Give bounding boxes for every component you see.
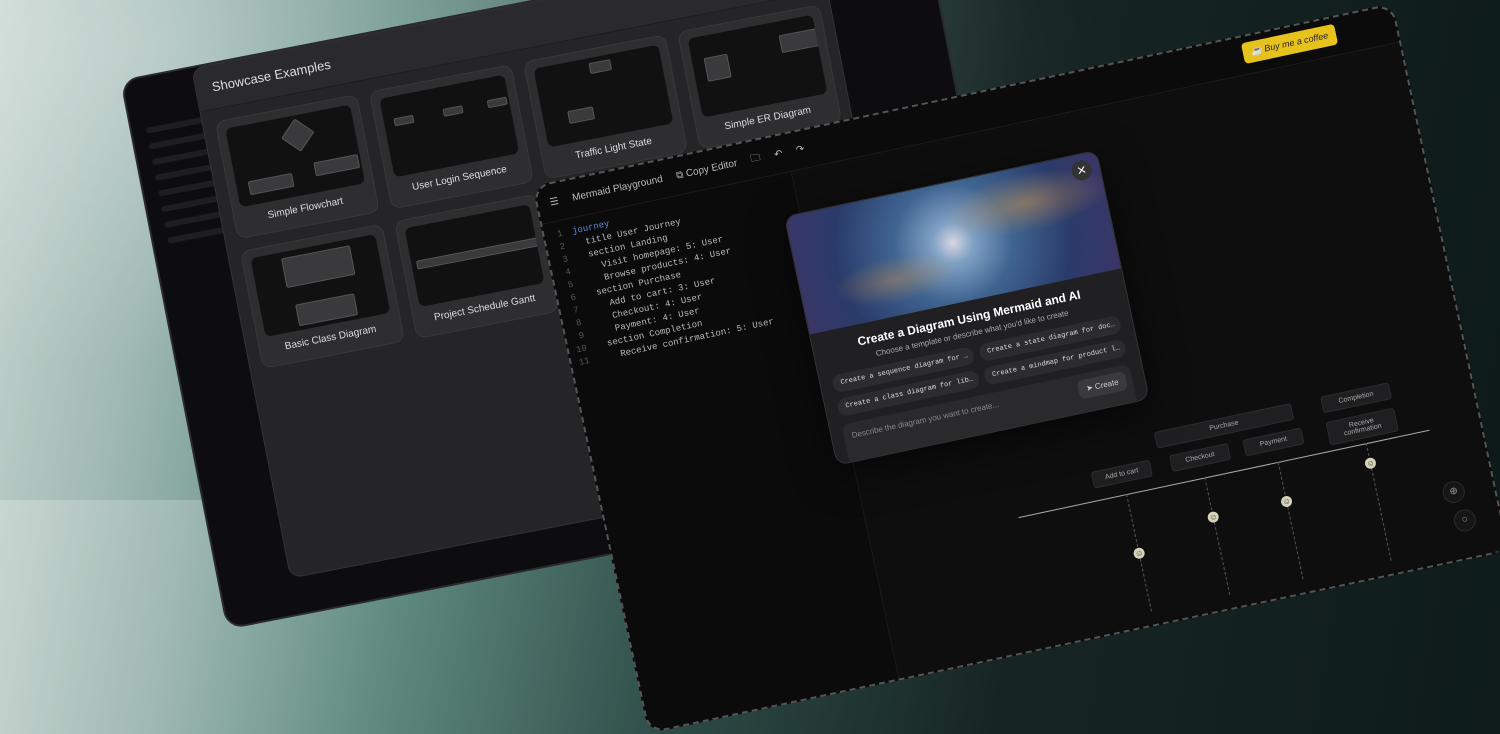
smiley-icon: ☺: [1363, 456, 1377, 470]
redo-icon[interactable]: ↷: [795, 144, 805, 157]
undo-icon[interactable]: ↶: [773, 148, 783, 161]
open-folder-icon[interactable]: 🗀: [749, 150, 762, 169]
smiley-icon: ☺: [1206, 510, 1220, 524]
task-line: [1204, 477, 1231, 595]
app-title: Mermaid Playground: [571, 173, 664, 204]
journey-task: Add to cart: [1090, 459, 1153, 489]
thumbnail: [404, 204, 545, 307]
reset-view-icon[interactable]: ○: [1451, 507, 1478, 534]
journey-section: Completion: [1320, 382, 1393, 414]
zoom-in-icon[interactable]: ⊕: [1440, 478, 1467, 506]
example-card-class[interactable]: Basic Class Diagram: [239, 223, 406, 370]
example-card-gantt[interactable]: Project Schedule Gantt: [393, 193, 560, 340]
copy-editor-button[interactable]: ⧉ Copy Editor: [675, 158, 738, 182]
create-button[interactable]: ➤ Create: [1076, 370, 1129, 400]
thumbnail: [379, 74, 520, 178]
task-line: [1277, 461, 1304, 580]
example-card-flowchart[interactable]: Simple Flowchart: [214, 94, 380, 240]
thumbnail: [533, 44, 674, 148]
smiley-icon: ☺: [1132, 546, 1146, 560]
example-card-sequence[interactable]: User Login Sequence: [368, 64, 535, 210]
thumbnail: [225, 104, 366, 208]
menu-icon[interactable]: ☰: [549, 196, 560, 209]
thumbnail: [250, 234, 391, 337]
journey-task: Payment: [1242, 427, 1305, 457]
smiley-icon: ☺: [1280, 494, 1294, 509]
journey-task: Receive confirmation: [1325, 407, 1399, 446]
thumbnail: [687, 14, 828, 118]
journey-task: Checkout: [1168, 442, 1232, 473]
